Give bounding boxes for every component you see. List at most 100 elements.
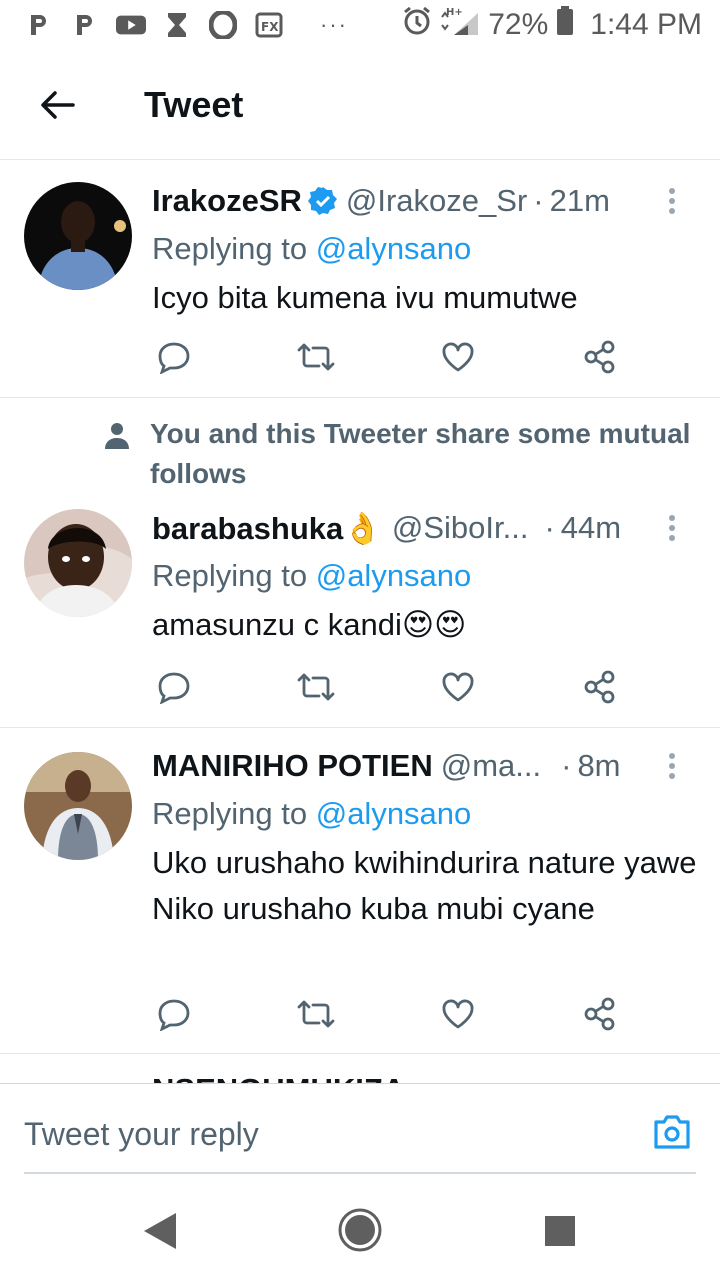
pinterest-icon	[70, 10, 100, 40]
separator: ·	[533, 183, 544, 218]
youtube-icon	[116, 10, 146, 40]
user-handle: @SiboIr...	[391, 510, 529, 545]
pinterest-icon	[24, 10, 54, 40]
like-button[interactable]	[436, 665, 480, 709]
system-status: H+ 72% 1:44 PM	[402, 5, 702, 45]
status-bar: FX ··· H+ 72% 1:44 PM	[0, 0, 720, 50]
retweet-button[interactable]	[294, 992, 338, 1036]
user-handle: @Irakoze_Sr	[345, 183, 528, 218]
battery-icon	[556, 6, 574, 44]
nav-recents-button[interactable]	[544, 1215, 576, 1252]
share-button[interactable]	[578, 992, 622, 1036]
nav-back-button[interactable]	[142, 1211, 178, 1256]
replying-label: Replying to	[152, 231, 316, 266]
retweet-icon	[297, 1000, 335, 1028]
camera-icon	[654, 1115, 690, 1149]
mention-link[interactable]: @alynsano	[316, 558, 472, 593]
system-nav-bar	[0, 1183, 720, 1280]
reply-icon	[158, 672, 190, 704]
replying-label: Replying to	[152, 558, 316, 593]
notification-icons: FX ···	[24, 10, 348, 40]
avatar[interactable]	[24, 752, 132, 860]
display-name[interactable]: barabashuka👌	[152, 510, 382, 547]
user-handle: @ma...	[440, 748, 542, 783]
retweet-icon	[297, 673, 335, 701]
battery-percent: 72%	[488, 8, 549, 41]
retweet-button[interactable]	[294, 665, 338, 709]
retweet-button[interactable]	[294, 335, 338, 379]
reply-composer	[0, 1083, 720, 1183]
more-options-button[interactable]	[652, 181, 692, 221]
tweet[interactable]: NSENGUMUKIZA	[0, 1054, 720, 1083]
alarm-icon	[402, 6, 432, 44]
fx-icon: FX	[254, 10, 284, 40]
more-vertical-icon	[669, 188, 675, 214]
replying-to: Replying to @alynsano	[152, 556, 700, 596]
top-app-bar: Tweet	[0, 50, 720, 160]
svg-text:FX: FX	[261, 20, 279, 34]
reply-button[interactable]	[152, 992, 196, 1036]
heart-icon	[442, 999, 474, 1029]
heart-icon	[442, 672, 474, 702]
reply-icon	[158, 999, 190, 1031]
reply-icon	[158, 342, 190, 374]
tweet-header: barabashuka👌 @SiboIr... · 44m	[152, 508, 700, 548]
display-name[interactable]: MANIRIHO POTIEN	[152, 748, 433, 784]
like-button[interactable]	[436, 992, 480, 1036]
avatar[interactable]	[24, 182, 132, 290]
arrow-left-icon	[41, 90, 75, 119]
tweet-actions	[152, 665, 622, 709]
separator: ·	[544, 510, 555, 545]
nav-home-button[interactable]	[337, 1207, 383, 1258]
replying-to: Replying to @alynsano	[152, 794, 700, 834]
more-vertical-icon	[669, 515, 675, 541]
timestamp: 8m	[577, 748, 621, 783]
retweet-icon	[297, 343, 335, 371]
hourglass-icon	[162, 10, 192, 40]
more-options-button[interactable]	[652, 508, 692, 548]
tweet[interactable]: MANIRIHO POTIEN @ma... · 8m Replying to …	[0, 728, 720, 1054]
mention-link[interactable]: @alynsano	[316, 231, 472, 266]
circle-home-icon	[338, 1208, 382, 1252]
tweet-actions	[152, 335, 622, 379]
more-options-button[interactable]	[652, 746, 692, 786]
square-recents-icon	[545, 1216, 575, 1246]
like-button[interactable]	[436, 335, 480, 379]
camera-button[interactable]	[652, 1114, 692, 1154]
tweet-header: IrakozeSR @Irakoze_Sr · 21m	[152, 181, 700, 221]
tweet-actions	[152, 992, 622, 1036]
separator: ·	[561, 748, 572, 783]
timestamp: 44m	[560, 510, 622, 545]
mention-link[interactable]: @alynsano	[316, 796, 472, 831]
reply-button[interactable]	[152, 335, 196, 379]
share-button[interactable]	[578, 665, 622, 709]
tweet-text: Icyo bita kumena ivu mumutwe	[152, 280, 578, 315]
replying-to: Replying to @alynsano	[152, 229, 700, 269]
page-title: Tweet	[144, 83, 244, 125]
clock: 1:44 PM	[590, 8, 702, 41]
tweet[interactable]: IrakozeSR @Irakoze_Sr · 21m Replying to …	[0, 161, 720, 398]
reply-input[interactable]	[24, 1096, 696, 1174]
avatar[interactable]	[24, 509, 132, 617]
signal-icon: H+	[440, 5, 480, 45]
tweet-text: Uko urushaho kwihindurira nature yawe Ni…	[152, 845, 697, 926]
tweet-header: MANIRIHO POTIEN @ma... · 8m	[152, 746, 700, 786]
back-button[interactable]	[22, 70, 92, 140]
more-notifications: ···	[320, 12, 348, 37]
share-icon	[584, 997, 615, 1031]
replying-label: Replying to	[152, 796, 316, 831]
tweet[interactable]: barabashuka👌 @SiboIr... · 44m Replying t…	[0, 398, 720, 728]
share-icon	[584, 670, 615, 704]
share-button[interactable]	[578, 335, 622, 379]
display-name[interactable]: IrakozeSR	[152, 183, 302, 219]
display-name[interactable]: NSENGUMUKIZA	[152, 1072, 405, 1083]
tweet-text: amasunzu c kandi😍😍	[152, 607, 467, 642]
triangle-back-icon	[144, 1213, 176, 1249]
heart-icon	[442, 342, 474, 372]
share-icon	[584, 340, 615, 374]
reply-button[interactable]	[152, 665, 196, 709]
verified-badge-icon	[307, 186, 338, 216]
opera-icon	[208, 10, 238, 40]
timestamp: 21m	[549, 183, 610, 218]
more-vertical-icon	[669, 753, 675, 779]
